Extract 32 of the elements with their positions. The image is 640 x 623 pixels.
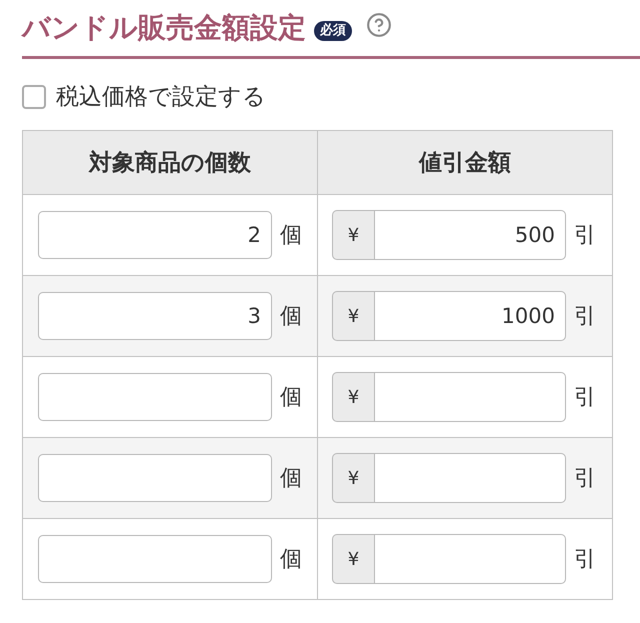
discount-suffix: 引 bbox=[574, 465, 596, 493]
tax-checkbox[interactable] bbox=[22, 85, 46, 109]
unit-label: 個 bbox=[280, 222, 302, 250]
discount-input[interactable] bbox=[374, 372, 566, 422]
discount-input[interactable] bbox=[374, 534, 566, 584]
discount-suffix: 引 bbox=[574, 384, 596, 412]
discount-suffix: 引 bbox=[574, 222, 596, 250]
discount-input[interactable]: 500 bbox=[374, 210, 566, 260]
quantity-input[interactable]: 3 bbox=[38, 292, 272, 340]
checkbox-label: 税込価格で設定する bbox=[56, 84, 266, 110]
required-badge: 必須 bbox=[314, 21, 352, 41]
currency-prefix: ¥ bbox=[332, 534, 374, 584]
unit-label: 個 bbox=[280, 303, 302, 331]
quantity-input[interactable] bbox=[38, 454, 272, 502]
currency-prefix: ¥ bbox=[332, 291, 374, 341]
discount-suffix: 引 bbox=[574, 303, 596, 331]
currency-prefix: ¥ bbox=[332, 210, 374, 260]
unit-label: 個 bbox=[280, 384, 302, 412]
currency-prefix: ¥ bbox=[332, 372, 374, 422]
unit-label: 個 bbox=[280, 546, 302, 574]
currency-prefix: ¥ bbox=[332, 453, 374, 503]
discount-suffix: 引 bbox=[574, 546, 596, 574]
quantity-input[interactable] bbox=[38, 535, 272, 583]
section-title: バンドル販売金額設定 bbox=[22, 12, 306, 44]
discount-input[interactable]: 1000 bbox=[374, 291, 566, 341]
column-header: 対象商品の個数 bbox=[22, 130, 318, 194]
discount-input[interactable] bbox=[374, 453, 566, 503]
column-header: 値引金額 bbox=[318, 130, 612, 194]
quantity-input[interactable]: 2 bbox=[38, 211, 272, 259]
help-icon[interactable] bbox=[366, 12, 392, 38]
unit-label: 個 bbox=[280, 465, 302, 493]
quantity-input[interactable] bbox=[38, 373, 272, 421]
